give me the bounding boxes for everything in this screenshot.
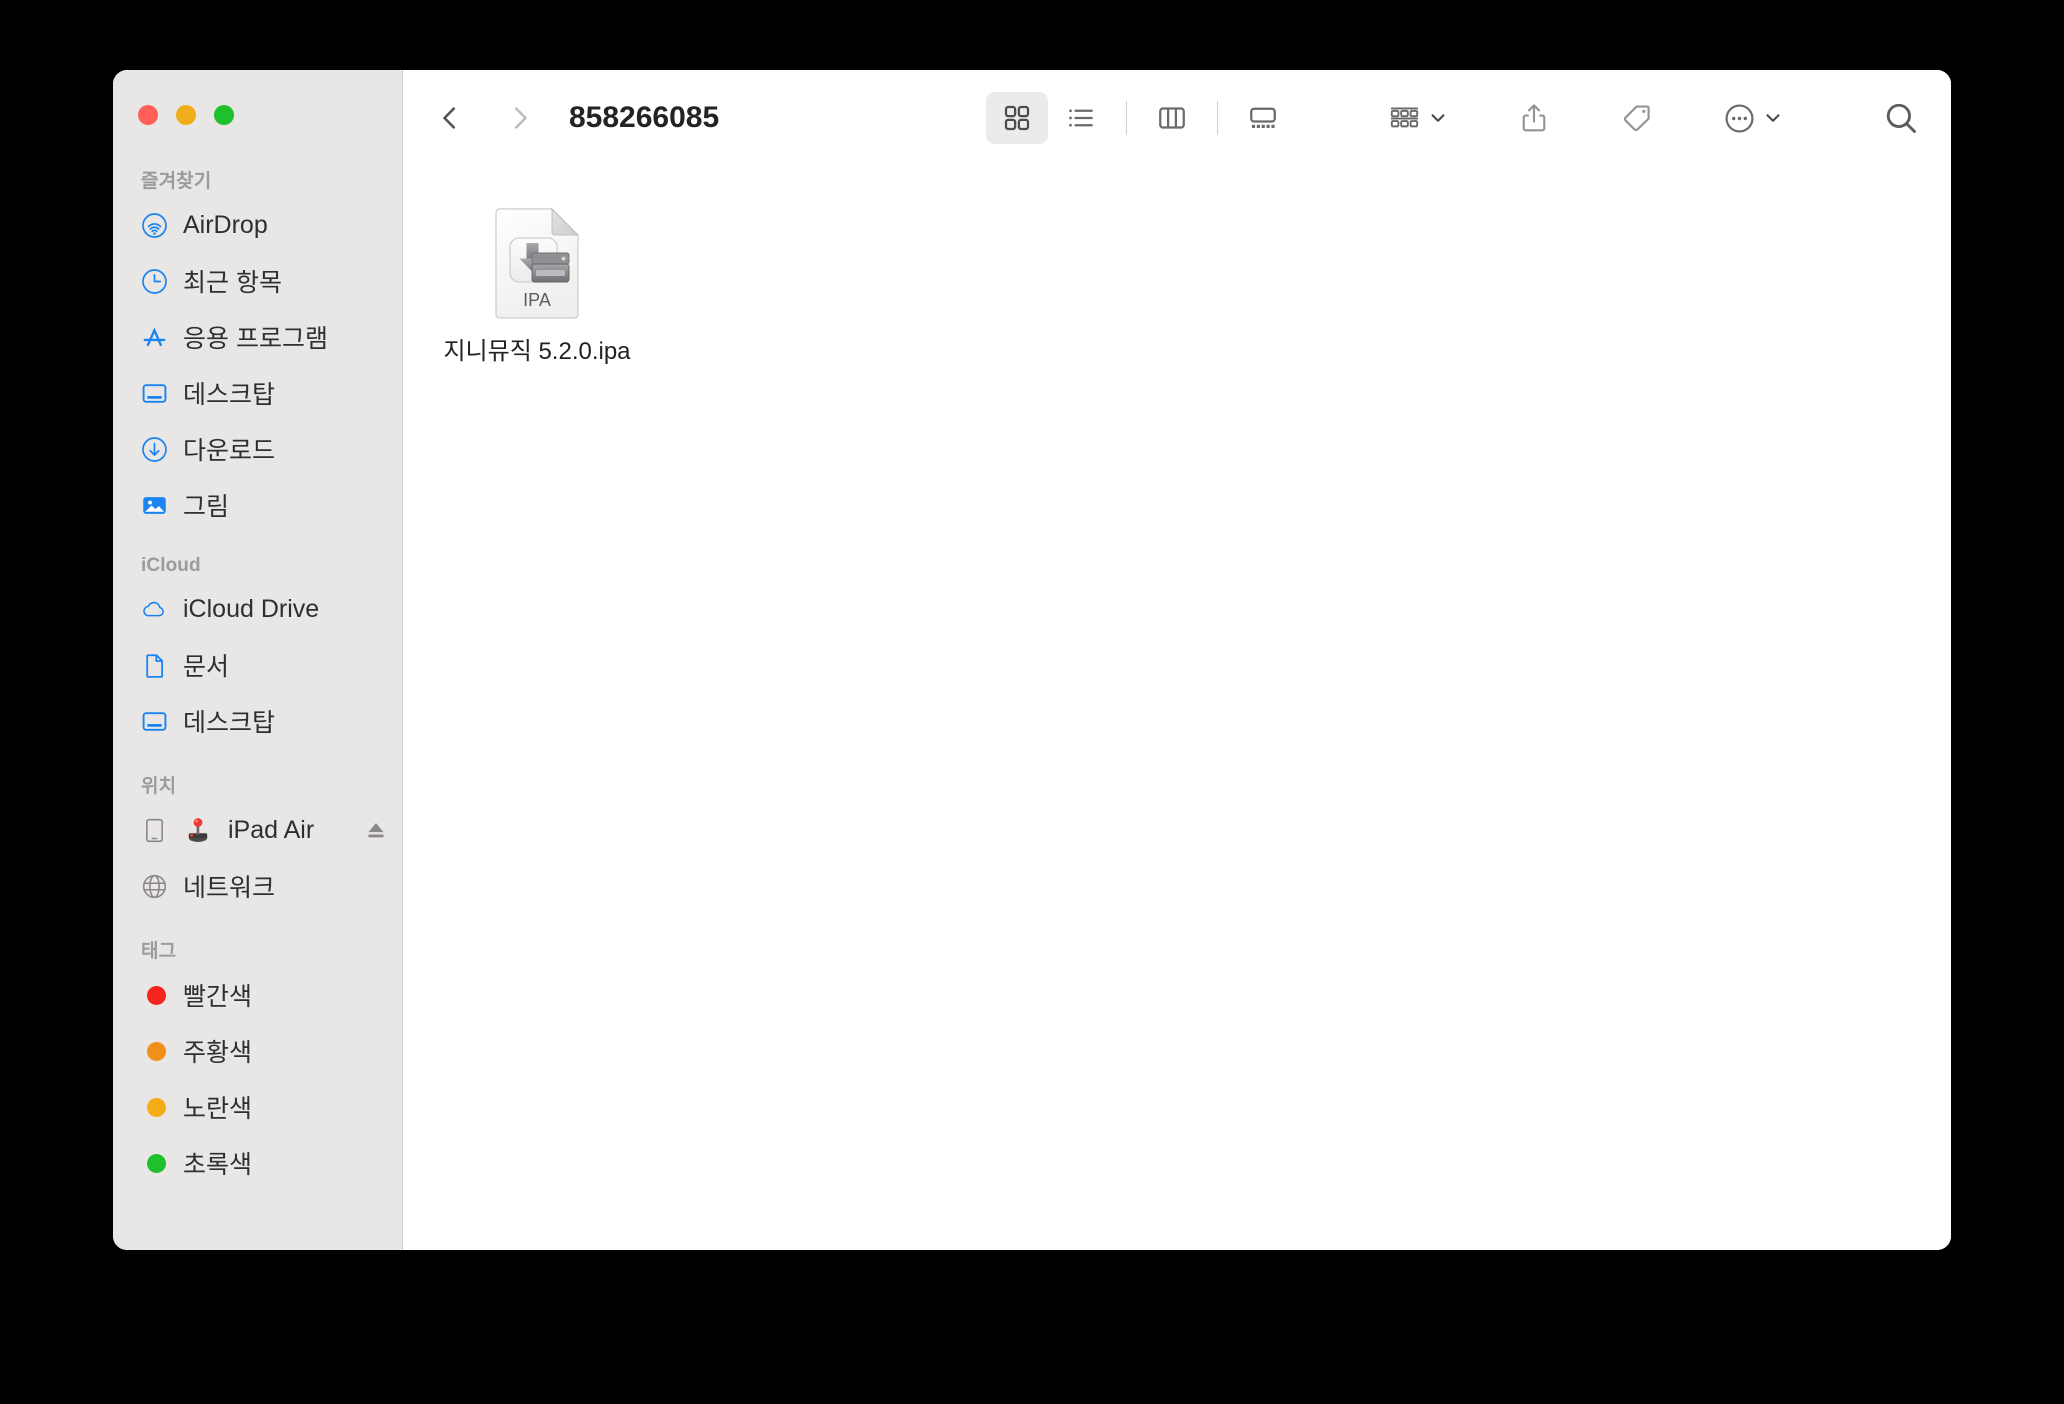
appstore-a-icon	[141, 324, 168, 351]
sidebar-item-tag-yellow[interactable]: 노란색	[113, 1079, 403, 1135]
sidebar-item-recents[interactable]: 최근 항목	[113, 253, 403, 309]
sidebar-item-label: iPad Air	[228, 815, 315, 844]
pictures-icon	[141, 492, 168, 519]
sidebar-item-tag-green[interactable]: 초록색	[113, 1135, 403, 1191]
view-mode-column-button[interactable]	[1141, 92, 1203, 144]
globe-icon	[141, 873, 168, 900]
cloud-icon	[141, 596, 168, 623]
maximize-window-button[interactable]	[214, 105, 234, 125]
view-mode-group	[986, 92, 1294, 144]
desktop-icon	[141, 380, 168, 407]
sidebar-item-pictures[interactable]: 그림	[113, 477, 403, 533]
more-options-button[interactable]	[1717, 92, 1789, 144]
traffic-lights	[138, 105, 234, 125]
sidebar-item-label: 네트워크	[183, 874, 276, 902]
sidebar-item-label: 데스크탑	[183, 709, 276, 737]
airdrop-icon	[141, 212, 168, 239]
sidebar-item-applications[interactable]: 응용 프로그램	[113, 309, 403, 365]
sidebar-item-airdrop[interactable]: AirDrop	[113, 197, 403, 253]
view-mode-gallery-button[interactable]	[1232, 92, 1294, 144]
sidebar-item-label: iCloud Drive	[183, 594, 320, 623]
sidebar-item-icloud-desktop[interactable]: 데스크탑	[113, 693, 403, 749]
document-icon	[141, 652, 168, 679]
finder-window: 즐겨찾기 AirDrop 최근 항목 응용 프로그램 데스크탑 다운로드 그림 …	[113, 70, 1951, 1250]
sidebar-item-documents[interactable]: 문서	[113, 637, 403, 693]
sidebar-item-desktop[interactable]: 데스크탑	[113, 365, 403, 421]
eject-icon[interactable]	[363, 817, 389, 843]
chevron-down-icon	[1766, 114, 1780, 122]
tag-dot-green-icon	[141, 1150, 168, 1177]
view-mode-icon-button[interactable]	[986, 92, 1048, 144]
sidebar-item-label: 응용 프로그램	[183, 325, 328, 353]
sidebar-item-label: 최근 항목	[183, 269, 282, 297]
search-button[interactable]	[1877, 92, 1925, 144]
ipad-icon	[141, 817, 168, 844]
file-name-label: 지니뮤직 5.2.0.ipa	[443, 338, 631, 365]
sidebar-item-label: 다운로드	[183, 437, 276, 465]
sidebar-section-favorites-title: 즐겨찾기	[141, 171, 212, 192]
sidebar-item-icloud-drive[interactable]: iCloud Drive	[113, 581, 403, 637]
sidebar-item-label: 데스크탑	[183, 381, 276, 409]
sidebar-item-label: 빨간색	[183, 983, 253, 1011]
minimize-window-button[interactable]	[176, 105, 196, 125]
file-item[interactable]: IPA 지니뮤직 5.2.0.ipa	[437, 206, 637, 367]
joystick-icon	[183, 815, 213, 845]
tag-dot-orange-icon	[141, 1038, 168, 1065]
sidebar-item-label: AirDrop	[183, 210, 268, 239]
sidebar-section-tags-title: 태그	[141, 941, 177, 962]
sidebar-item-tag-orange[interactable]: 주황색	[113, 1023, 403, 1079]
clock-icon	[141, 268, 168, 295]
sidebar-section-icloud-title: iCloud	[141, 555, 201, 576]
toolbar: 858266085	[403, 70, 1951, 166]
ipa-type-label: IPA	[523, 290, 551, 310]
sidebar-item-network[interactable]: 네트워크	[113, 858, 403, 914]
sidebar: 즐겨찾기 AirDrop 최근 항목 응용 프로그램 데스크탑 다운로드 그림 …	[113, 70, 403, 1250]
close-window-button[interactable]	[138, 105, 158, 125]
sidebar-item-label: 문서	[183, 653, 230, 681]
sidebar-item-downloads[interactable]: 다운로드	[113, 421, 403, 477]
sidebar-item-label: 노란색	[183, 1095, 253, 1123]
sidebar-item-label: 초록색	[183, 1151, 253, 1179]
download-icon	[141, 436, 168, 463]
sidebar-item-tag-red[interactable]: 빨간색	[113, 967, 403, 1023]
toolbar-divider	[1217, 101, 1218, 135]
chevron-down-icon	[1431, 114, 1445, 122]
desktop-icon	[141, 708, 168, 735]
sidebar-section-locations-title: 위치	[141, 776, 177, 797]
tag-button[interactable]	[1614, 92, 1659, 144]
tag-dot-yellow-icon	[141, 1094, 168, 1121]
toolbar-divider	[1126, 101, 1127, 135]
group-by-button[interactable]	[1382, 92, 1454, 144]
page-title: 858266085	[569, 101, 720, 134]
file-grid: IPA 지니뮤직 5.2.0.ipa	[403, 166, 1951, 367]
sidebar-scroll-area[interactable]: 즐겨찾기 AirDrop 최근 항목 응용 프로그램 데스크탑 다운로드 그림 …	[113, 166, 403, 1250]
back-button[interactable]	[427, 95, 473, 141]
view-mode-list-button[interactable]	[1050, 92, 1112, 144]
ipa-file-icon: IPA	[491, 206, 583, 324]
forward-button[interactable]	[497, 95, 543, 141]
sidebar-item-label: 주황색	[183, 1039, 253, 1067]
main-pane: 858266085 IPA 지니뮤직 5.2.0.ipa	[403, 70, 1951, 1250]
file-browser-content[interactable]: IPA 지니뮤직 5.2.0.ipa	[403, 166, 1951, 1250]
share-button[interactable]	[1512, 92, 1556, 144]
sidebar-item-ipad-air[interactable]: iPad Air	[113, 802, 403, 858]
sidebar-item-label: 그림	[183, 493, 230, 521]
tag-dot-red-icon	[141, 982, 168, 1009]
